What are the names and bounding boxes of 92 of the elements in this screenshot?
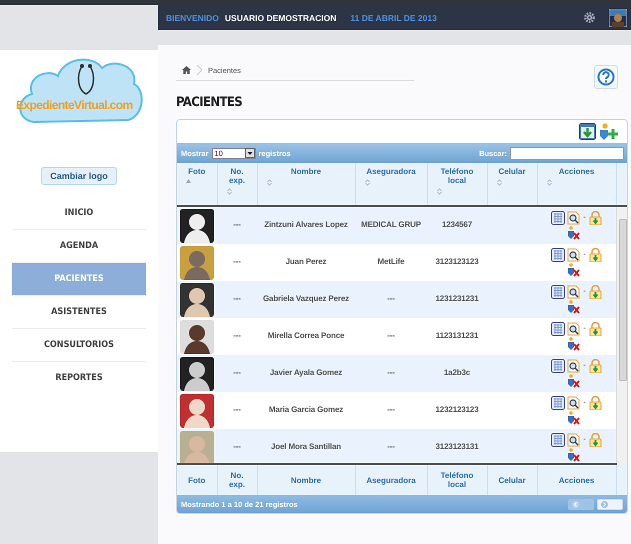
delete-user-icon[interactable] [566, 448, 580, 462]
document-search-icon[interactable] [566, 248, 580, 262]
home-icon[interactable] [182, 66, 191, 74]
delete-user-icon[interactable] [566, 300, 580, 314]
table-cell: Javier Ayala Gomez [257, 355, 355, 392]
arrow-left-icon [572, 500, 579, 508]
column-header[interactable]: Aseguradora [355, 464, 427, 495]
table-cell: 3123123131 [427, 429, 487, 463]
date-text: 11 DE ABRIL DE 2013 [350, 12, 437, 22]
calendar-icon[interactable] [550, 211, 564, 225]
caret-icon [244, 148, 255, 158]
help-icon [597, 68, 615, 86]
table-cell: --- [355, 429, 427, 463]
table-cell: Joel Mora Santillan [257, 429, 355, 463]
table-cell: --- [217, 355, 257, 392]
calendar-icon[interactable] [550, 359, 564, 373]
document-search-icon[interactable] [566, 211, 580, 225]
column-header[interactable]: No. exp. [217, 163, 257, 206]
column-header[interactable]: Celular [487, 163, 537, 206]
table-cell: --- [217, 392, 257, 429]
lock-icon[interactable] [588, 248, 602, 262]
table-cell: --- [355, 355, 427, 392]
table-cell: --- [355, 281, 427, 318]
table-cell: Juan Perez [257, 244, 355, 281]
delete-user-icon[interactable] [566, 337, 580, 351]
table-cell: --- [217, 207, 257, 244]
column-header[interactable]: Nombre [257, 464, 355, 495]
calendar-icon[interactable] [550, 433, 564, 447]
greeting-text: BIENVENIDO [166, 12, 219, 22]
calendar-icon[interactable] [550, 248, 564, 262]
lock-icon[interactable] [588, 396, 602, 410]
delete-user-icon[interactable] [566, 226, 580, 240]
table-cell: Zintzuni Alvares Lopez [257, 207, 355, 244]
change-logo-button[interactable]: Cambiar logo [41, 167, 117, 185]
add-user-icon[interactable] [599, 123, 619, 140]
settings-icon[interactable] [584, 12, 595, 23]
search-field[interactable] [510, 146, 624, 160]
document-search-icon[interactable] [566, 322, 580, 336]
nav-item[interactable]: ASISTENTES [12, 295, 146, 328]
lock-icon[interactable] [588, 433, 602, 447]
table-cell: Maria Garcia Gomez [257, 392, 355, 429]
lock-icon[interactable] [588, 322, 602, 336]
column-header[interactable]: Acciones [537, 163, 616, 206]
document-search-icon[interactable] [566, 433, 580, 447]
column-header[interactable]: Aseguradora [355, 163, 427, 206]
column-header[interactable]: Celular [487, 464, 537, 495]
document-search-icon[interactable] [566, 359, 580, 373]
export-icon[interactable] [579, 123, 596, 140]
column-header[interactable]: No. exp. [217, 464, 257, 495]
table-cell: --- [217, 429, 257, 463]
table-cell: MetLife [355, 244, 427, 281]
delete-user-icon[interactable] [566, 411, 580, 425]
nav-item[interactable]: CONSULTORIOS [12, 328, 146, 361]
table-cell: --- [217, 318, 257, 355]
table-cell: 1234567 [427, 207, 487, 244]
column-header[interactable]: Foto [177, 464, 217, 495]
table-cell: 3123123123 [427, 244, 487, 281]
delete-user-icon[interactable] [566, 263, 580, 277]
calendar-icon[interactable] [550, 322, 564, 336]
lock-icon[interactable] [588, 359, 602, 373]
table-cell: MEDICAL GRUP [355, 207, 427, 244]
column-header[interactable]: Teléfono local [427, 163, 487, 206]
page-title: PACIENTES [176, 95, 242, 110]
table-cell: --- [217, 244, 257, 281]
user-name: USUARIO DEMOSTRACION [224, 12, 336, 22]
column-header[interactable]: Foto [177, 163, 217, 206]
table-cell: --- [217, 281, 257, 318]
nav-item[interactable]: REPORTES [12, 361, 146, 394]
table-cell: --- [355, 318, 427, 355]
calendar-icon[interactable] [550, 285, 564, 299]
lock-icon[interactable] [588, 211, 602, 225]
logo-text: ExpedienteVirtual.com [16, 98, 133, 112]
chevron-icon [197, 65, 202, 75]
arrow-right-icon [601, 500, 608, 508]
document-search-icon[interactable] [566, 285, 580, 299]
calendar-icon[interactable] [550, 396, 564, 410]
delete-user-icon[interactable] [566, 374, 580, 388]
help-button[interactable] [594, 65, 618, 89]
column-header[interactable]: Nombre [257, 163, 355, 206]
table-cell: 1a2b3c [427, 355, 487, 392]
document-search-icon[interactable] [566, 396, 580, 410]
lock-icon[interactable] [588, 285, 602, 299]
nav-item[interactable]: INICIO [12, 197, 146, 229]
table-cell: Mirella Correa Ponce [257, 318, 355, 355]
table-cell: 1231231231 [427, 281, 487, 318]
table-cell: 1232123123 [427, 392, 487, 429]
table-cell: 1123131231 [427, 318, 487, 355]
column-header[interactable]: Teléfono local [427, 464, 487, 495]
table-cell: --- [355, 392, 427, 429]
scrollbar-thumb[interactable] [619, 219, 627, 381]
column-header[interactable]: Acciones [537, 464, 616, 495]
table-cell: Gabriela Vazquez Perez [257, 281, 355, 318]
